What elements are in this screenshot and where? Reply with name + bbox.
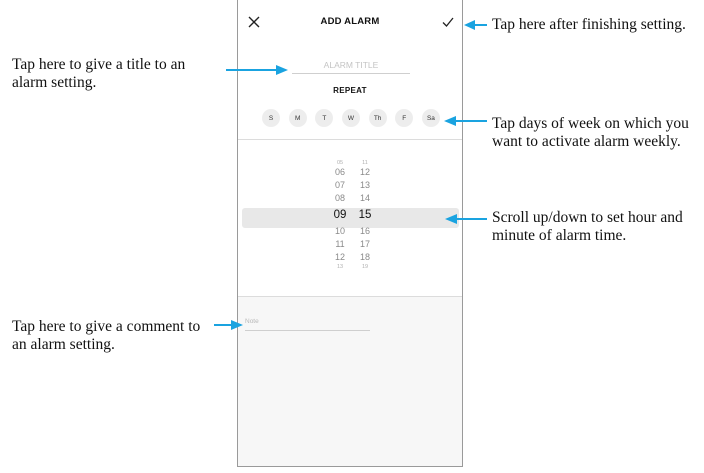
minute-value: 14 [359, 193, 370, 203]
screen-title: ADD ALARM [320, 16, 380, 27]
hour-value: 07 [334, 180, 345, 190]
hour-value: 11 [335, 239, 345, 249]
divider [238, 296, 462, 297]
minute-value: 18 [359, 252, 370, 262]
hour-value: 12 [334, 252, 345, 262]
annotation-days: Tap days of week on which you want to ac… [492, 115, 689, 150]
alarm-title-input[interactable] [292, 56, 410, 74]
hour-value: 10 [334, 226, 345, 236]
minute-picker[interactable]: 11 12 13 14 15 16 17 18 19 [355, 160, 375, 270]
day-friday[interactable]: F [395, 109, 414, 127]
annotation-confirm: Tap here after finishing setting. [492, 16, 686, 33]
check-icon[interactable] [441, 15, 455, 29]
divider [238, 139, 462, 140]
day-sunday[interactable]: S [262, 109, 280, 127]
day-tuesday[interactable]: T [315, 109, 334, 127]
annotation-note: Tap here to give a comment to an alarm s… [12, 318, 201, 353]
minute-value: 17 [359, 239, 370, 249]
minute-value: 16 [359, 226, 370, 236]
selected-minute: 15 [358, 209, 372, 221]
minute-value: 13 [359, 180, 370, 190]
day-saturday[interactable]: Sa [421, 109, 440, 127]
annotation-title: Tap here to give a title to an alarm set… [12, 56, 186, 91]
phone-screen: ADD ALARM REPEAT S M T W Th F Sa 05 06 0… [237, 0, 463, 467]
day-wednesday[interactable]: W [341, 109, 360, 127]
hour-picker[interactable]: 05 06 07 08 09 10 11 12 13 [330, 160, 350, 270]
hour-value: 08 [334, 193, 345, 203]
note-input[interactable] [245, 313, 370, 331]
annotation-scroll: Scroll up/down to set hour and minute of… [492, 209, 683, 244]
minute-value: 12 [359, 167, 370, 177]
repeat-label: REPEAT [333, 86, 367, 95]
time-picker-selection-band [242, 208, 459, 228]
minute-value: 19 [361, 264, 369, 270]
hour-value: 06 [334, 167, 345, 177]
day-monday[interactable]: M [288, 109, 307, 127]
hour-value: 13 [336, 264, 344, 270]
repeat-days: S M T W Th F Sa [262, 109, 440, 127]
day-thursday[interactable]: Th [368, 109, 387, 127]
selected-hour: 09 [333, 209, 347, 221]
